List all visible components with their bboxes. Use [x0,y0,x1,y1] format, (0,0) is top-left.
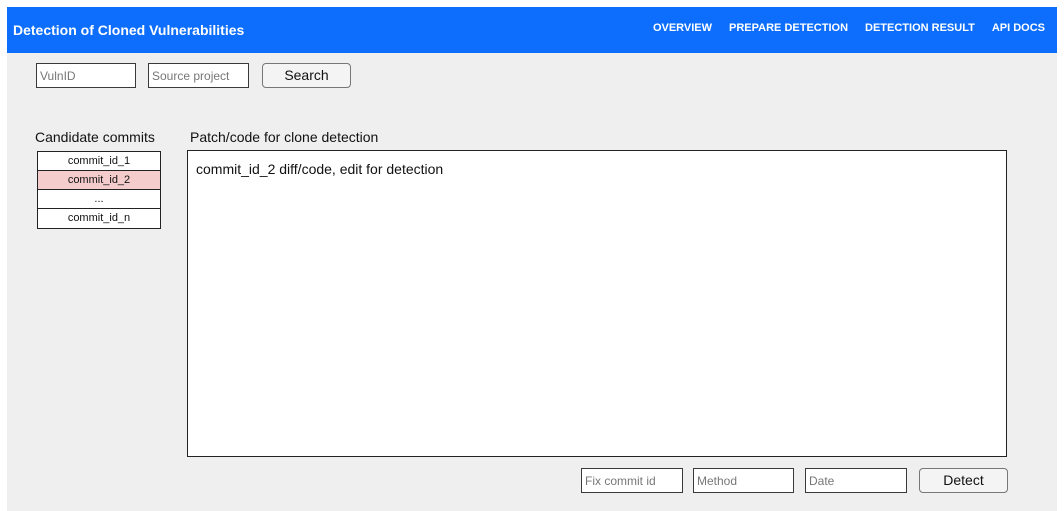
patch-code-label: Patch/code for clone detection [190,129,379,145]
commit-item-selected[interactable]: commit_id_2 [38,171,160,190]
nav-detection-result[interactable]: DETECTION RESULT [865,22,975,34]
method-input[interactable] [693,468,794,493]
candidate-commits-label: Candidate commits [35,129,155,145]
vuln-id-input[interactable] [36,63,136,88]
patch-code-editor[interactable]: commit_id_2 diff/code, edit for detectio… [187,150,1007,457]
search-button[interactable]: Search [262,63,351,88]
app-title: Detection of Cloned Vulnerabilities [13,22,245,38]
nav-overview[interactable]: OVERVIEW [653,22,712,34]
commit-item-ellipsis: ... [38,190,160,209]
commit-item[interactable]: commit_id_n [38,209,160,228]
main-nav: OVERVIEW PREPARE DETECTION DETECTION RES… [653,22,1045,34]
source-project-input[interactable] [148,63,249,88]
nav-api-docs[interactable]: API DOCS [992,22,1045,34]
app-frame: Detection of Cloned Vulnerabilities OVER… [7,7,1057,511]
fix-commit-id-input[interactable] [581,468,683,493]
top-navbar: Detection of Cloned Vulnerabilities OVER… [7,7,1057,53]
date-input[interactable] [805,468,907,493]
commit-item[interactable]: commit_id_1 [38,152,160,171]
nav-prepare-detection[interactable]: PREPARE DETECTION [729,22,848,34]
detect-button[interactable]: Detect [919,468,1008,493]
candidate-commit-list: commit_id_1 commit_id_2 ... commit_id_n [37,151,161,229]
